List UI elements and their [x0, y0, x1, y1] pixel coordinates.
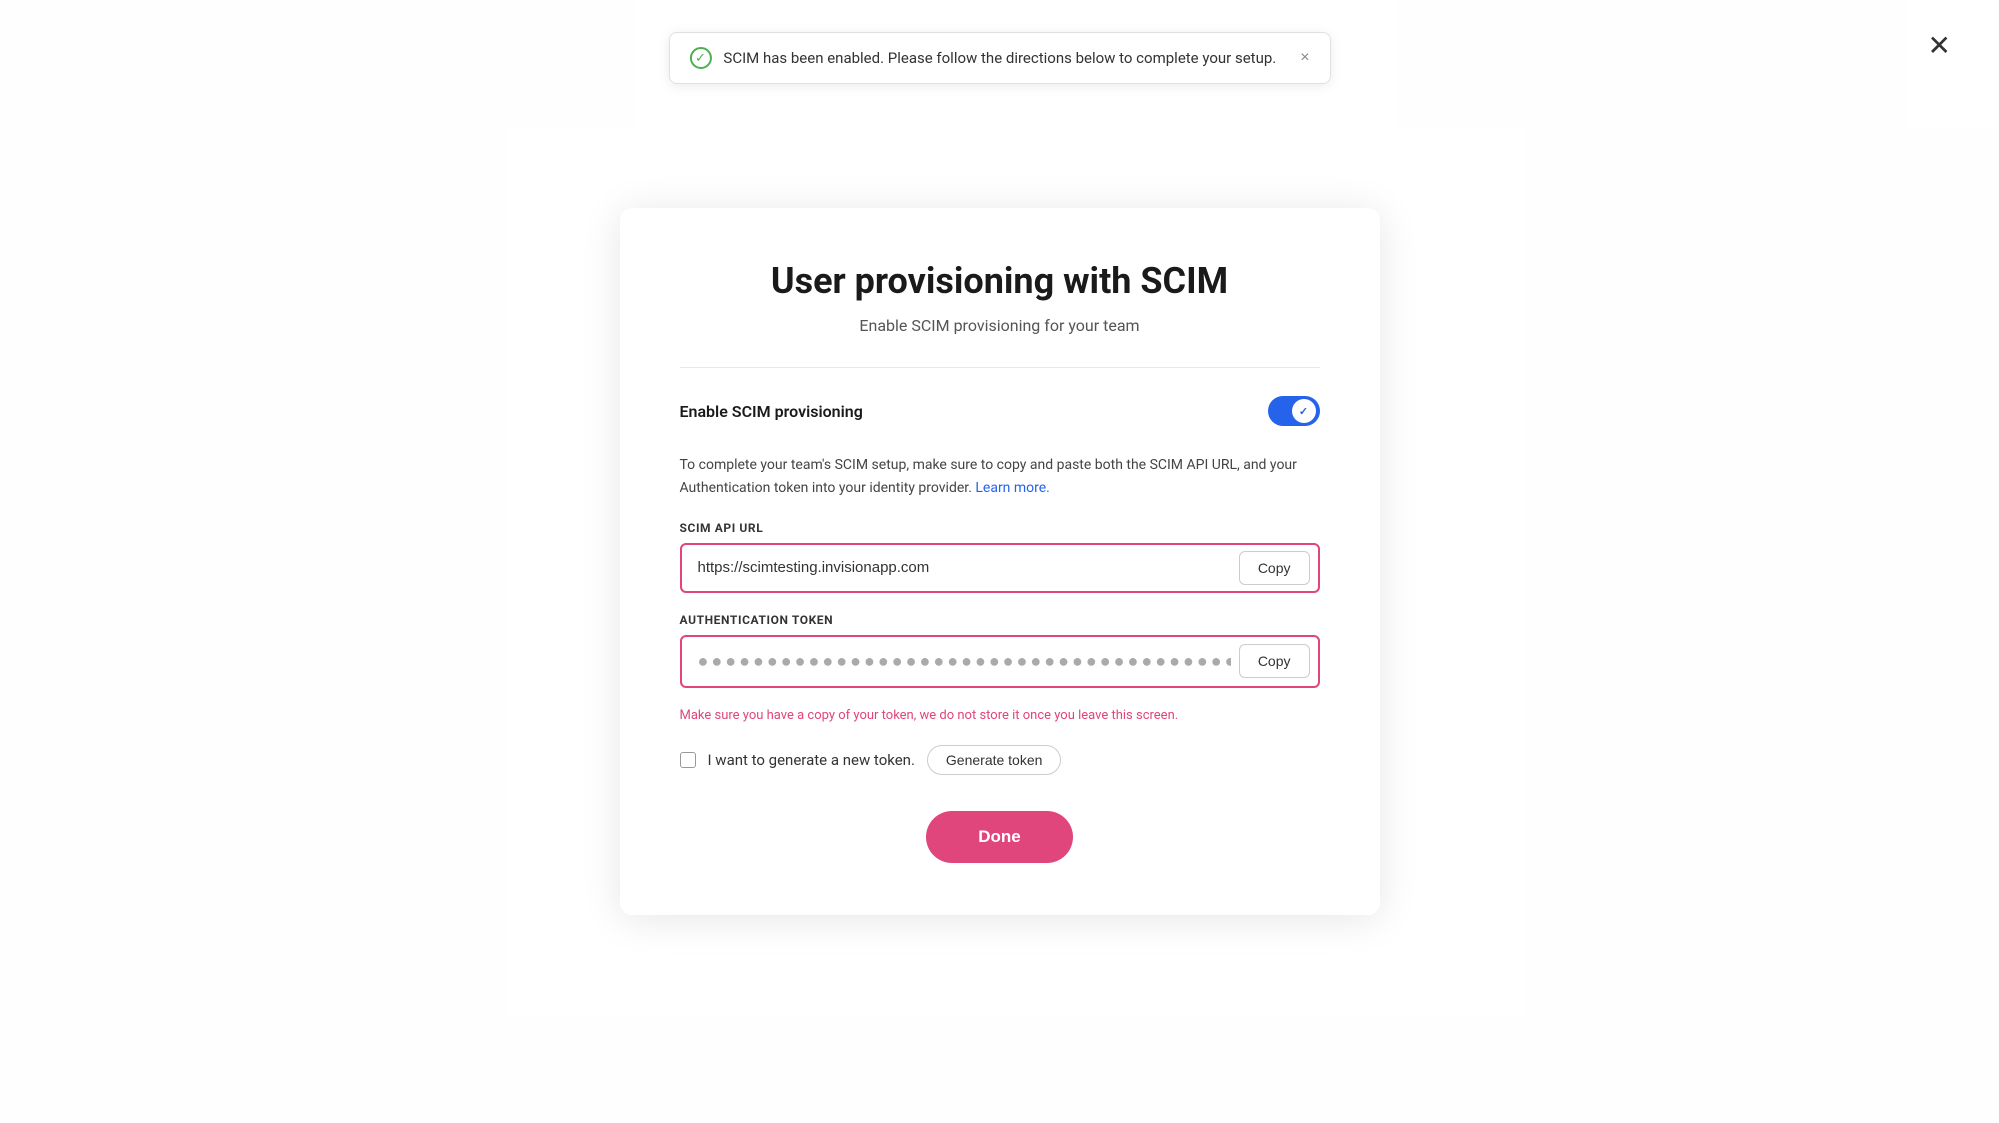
auth-token-value: ●●●●●●●●●●●●●●●●●●●●●●●●●●●●●●●●●●●●●●●●…: [682, 637, 1231, 686]
new-token-row: I want to generate a new token. Generate…: [680, 745, 1320, 775]
auth-token-label: Authentication token: [680, 613, 1320, 627]
done-button[interactable]: Done: [926, 811, 1073, 863]
toast-check-icon: ✓: [689, 47, 711, 69]
page-subtitle: Enable SCIM provisioning for your team: [680, 316, 1320, 335]
learn-more-link[interactable]: Learn more.: [975, 480, 1050, 496]
divider: [680, 367, 1320, 368]
new-token-checkbox[interactable]: [680, 752, 696, 768]
new-token-label: I want to generate a new token.: [708, 751, 915, 769]
modal-panel: User provisioning with SCIM Enable SCIM …: [620, 208, 1380, 915]
auth-token-field-row: ●●●●●●●●●●●●●●●●●●●●●●●●●●●●●●●●●●●●●●●●…: [680, 635, 1320, 688]
toggle-track: ✓: [1268, 396, 1320, 426]
scim-url-copy-button[interactable]: Copy: [1239, 551, 1310, 585]
toast-notification: ✓ SCIM has been enabled. Please follow t…: [668, 32, 1330, 84]
toggle-thumb: ✓: [1292, 399, 1316, 423]
scim-toggle[interactable]: ✓: [1268, 396, 1320, 426]
token-warning: Make sure you have a copy of your token,…: [680, 708, 1320, 723]
scim-url-label: SCIM API URL: [680, 521, 1320, 535]
toggle-label: Enable SCIM provisioning: [680, 402, 863, 421]
auth-token-copy-button[interactable]: Copy: [1239, 644, 1310, 678]
page-title: User provisioning with SCIM: [680, 260, 1320, 302]
generate-token-button[interactable]: Generate token: [927, 745, 1062, 775]
modal-overlay: ✓ SCIM has been enabled. Please follow t…: [0, 0, 1999, 1123]
scim-toggle-row: Enable SCIM provisioning ✓: [680, 396, 1320, 426]
description-text: To complete your team's SCIM setup, make…: [680, 454, 1320, 499]
toggle-check-icon: ✓: [1299, 405, 1308, 418]
scim-url-field-row: Copy: [680, 543, 1320, 593]
scim-url-input[interactable]: [682, 545, 1231, 590]
toast-close-button[interactable]: ×: [1300, 49, 1309, 67]
modal-close-button[interactable]: ✕: [1928, 32, 1951, 60]
toast-message: SCIM has been enabled. Please follow the…: [723, 49, 1276, 67]
